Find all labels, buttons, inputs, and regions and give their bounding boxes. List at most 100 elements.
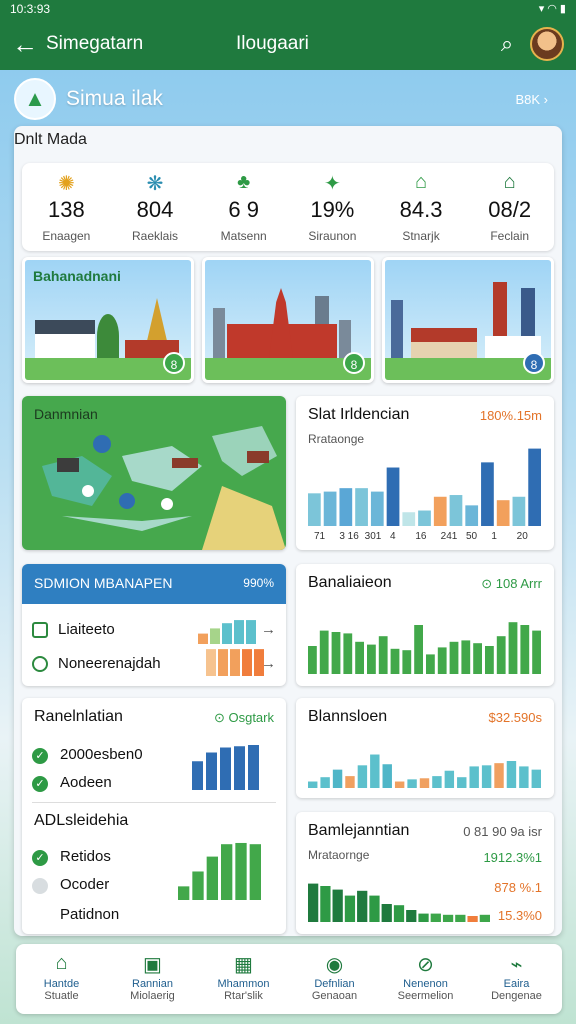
bar-chart-card-4[interactable]: Bamlejanntian 0 81 90 9a isr Mrataornge … bbox=[296, 812, 554, 934]
list-item-label: Noneerenajdah bbox=[58, 655, 161, 672]
unchecked-icon[interactable] bbox=[32, 878, 48, 894]
bar bbox=[437, 647, 447, 674]
bar bbox=[323, 491, 337, 526]
x-tick-label: 50 bbox=[466, 531, 478, 542]
bar-chart-2 bbox=[308, 622, 541, 674]
bar bbox=[343, 633, 353, 674]
checklist-label: 2000esben0 bbox=[60, 746, 143, 763]
nav-sublabel: Seermelion bbox=[397, 990, 454, 1002]
nav-sublabel: Stuatle bbox=[44, 990, 79, 1002]
bar bbox=[249, 844, 261, 900]
nav-item[interactable]: ⌁ Eaira Dengenae bbox=[471, 944, 562, 1014]
bar bbox=[218, 649, 228, 676]
bar bbox=[370, 754, 380, 788]
bar bbox=[235, 842, 247, 900]
nav-item[interactable]: ⊘ Nenenon Seermelion bbox=[380, 944, 471, 1014]
bar bbox=[339, 488, 353, 526]
bar bbox=[506, 761, 517, 788]
photo-card-2[interactable]: 8 bbox=[202, 257, 374, 383]
bar bbox=[230, 649, 240, 676]
stat-item[interactable]: ❋ 804 Raeklais bbox=[111, 163, 200, 251]
x-tick-label: 16 bbox=[415, 531, 427, 542]
photo-card-3[interactable]: 8 bbox=[382, 257, 554, 383]
app-title-left: Simegatarn bbox=[46, 33, 144, 54]
bar-chart-card-1[interactable]: Slat Irldencian 180%.15m Rrataonge 71 3 1… bbox=[296, 396, 554, 550]
bar bbox=[344, 895, 356, 922]
bar bbox=[234, 620, 244, 644]
back-arrow-icon[interactable]: ← bbox=[12, 29, 46, 60]
app-bar: ← Simegatarn Ilougaari ⌕ bbox=[0, 18, 576, 70]
x-tick-label: 1 bbox=[491, 531, 497, 542]
bar bbox=[331, 632, 341, 674]
stat-label: Siraunon bbox=[308, 229, 357, 243]
checklist-label: Aodeen bbox=[60, 774, 112, 791]
bar-chart-1: 71 3 16 301 4 16 241 50 1 20 bbox=[308, 448, 541, 542]
bar bbox=[414, 625, 423, 674]
header-banner: ▲ Simua ilak B8K › bbox=[14, 74, 562, 124]
nav-item[interactable]: ▣ Rannian Miolaerig bbox=[107, 944, 198, 1014]
bar bbox=[519, 766, 529, 788]
nav-icon: ⌁ bbox=[510, 954, 523, 976]
nav-sublabel: Dengenae bbox=[491, 990, 542, 1002]
bar bbox=[418, 913, 429, 922]
bar bbox=[254, 649, 264, 676]
bar bbox=[345, 776, 355, 788]
bar bbox=[479, 914, 490, 922]
mini-bar-chart bbox=[206, 649, 264, 676]
header-link[interactable]: B8K › bbox=[515, 92, 548, 107]
stat-label: Stnarjk bbox=[402, 229, 440, 243]
bar-chart-card-3[interactable]: Blannsloen $32.590s bbox=[296, 698, 554, 798]
x-tick-label: 20 bbox=[517, 531, 529, 542]
status-card-value: ⊙ Osgtark bbox=[213, 710, 274, 725]
photo-strip: Bahanadnani 8 8 8 bbox=[22, 257, 554, 383]
stat-value: 84.3 bbox=[399, 197, 443, 222]
chevron-right-icon: › bbox=[543, 91, 548, 107]
x-tick-label: 4 bbox=[390, 531, 396, 542]
bar bbox=[357, 765, 368, 788]
app-logo-icon: ▲ bbox=[14, 78, 56, 120]
mini-bar-chart bbox=[198, 620, 256, 644]
nav-sublabel: Genaoan bbox=[311, 990, 358, 1002]
bar bbox=[496, 636, 506, 674]
bar bbox=[508, 622, 518, 674]
stat-item[interactable]: ✦ 19% Siraunon bbox=[288, 163, 377, 251]
bar bbox=[532, 630, 541, 674]
nav-icon: ⊘ bbox=[417, 954, 434, 976]
photo-card-1[interactable]: Bahanadnani 8 bbox=[22, 257, 194, 383]
bar bbox=[221, 844, 233, 900]
nav-icon: ▣ bbox=[143, 954, 162, 976]
bar bbox=[357, 890, 368, 922]
stat-item[interactable]: ✺ 138 Enaagen bbox=[22, 163, 111, 251]
bar bbox=[206, 752, 217, 790]
bar bbox=[378, 636, 388, 674]
search-icon[interactable]: ⌕ bbox=[484, 31, 530, 57]
bottom-nav: ⌂ Hantde Stuatle ▣ Rannian Miolaerig ▦ Mha… bbox=[16, 944, 562, 1014]
nav-item[interactable]: ◉ Defnlian Genaoan bbox=[289, 944, 380, 1014]
bar bbox=[320, 777, 330, 788]
bar-chart-card-2[interactable]: Banaliaieon ⊙ 108 Arrr bbox=[296, 564, 554, 686]
bar bbox=[210, 628, 220, 644]
map-card[interactable]: Danmnian bbox=[22, 396, 286, 550]
bar bbox=[320, 886, 331, 922]
stat-item[interactable]: ⌂ 08/2 Feclain bbox=[465, 163, 554, 251]
stat-item[interactable]: ♣ 6 9 Matsenn bbox=[199, 163, 288, 251]
header-title: Simua ilak bbox=[66, 87, 163, 110]
bar bbox=[402, 512, 416, 526]
check-icon[interactable]: ✓ bbox=[32, 850, 48, 866]
nav-item[interactable]: ⌂ Hantde Stuatle bbox=[16, 944, 107, 1014]
nav-label: Defnlian bbox=[314, 978, 355, 990]
bar bbox=[494, 763, 504, 788]
nav-item[interactable]: ▦ Mhammon Rtar'slik bbox=[198, 944, 289, 1014]
panel-title: Dnlt Mada bbox=[14, 131, 87, 148]
bar bbox=[481, 462, 494, 526]
bar bbox=[220, 747, 231, 790]
bar bbox=[355, 641, 364, 674]
bar bbox=[234, 746, 245, 790]
arrow-right-icon: → bbox=[261, 621, 276, 638]
stat-item[interactable]: ⌂ 84.3 Stnarjk bbox=[377, 163, 466, 251]
avatar[interactable] bbox=[530, 27, 564, 61]
bar bbox=[512, 496, 526, 526]
bar bbox=[485, 646, 494, 674]
nav-icon: ⌂ bbox=[55, 952, 68, 974]
photo-caption: Bahanadnani bbox=[33, 268, 121, 284]
